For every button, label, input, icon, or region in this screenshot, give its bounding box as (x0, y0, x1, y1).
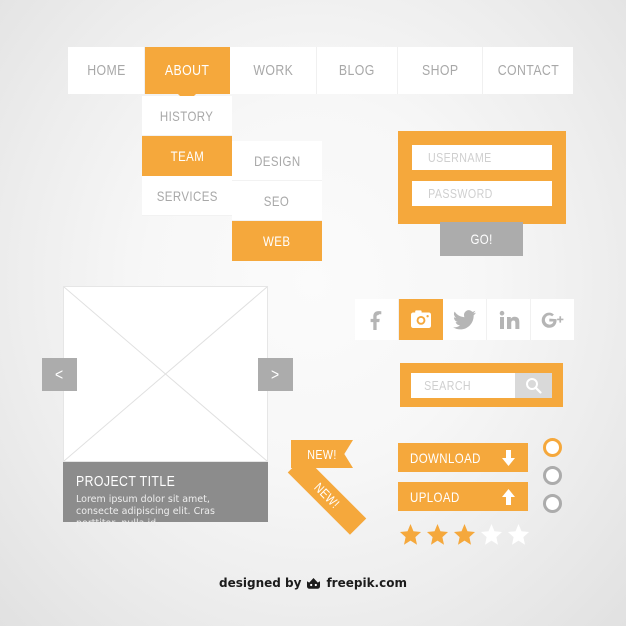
arrow-up-icon (502, 488, 515, 505)
star-icon-3[interactable] (453, 524, 476, 546)
nav-item-label: SHOP (421, 62, 459, 79)
login-form: USERNAME PASSWORD (398, 131, 566, 224)
nav-item-shop[interactable]: SHOP (398, 47, 483, 94)
username-placeholder: USERNAME (427, 150, 492, 165)
star-icon-4[interactable] (480, 524, 503, 546)
submenu-item-seo[interactable]: SEO (232, 181, 322, 221)
dropdown-item-history[interactable]: HISTORY (142, 96, 232, 136)
login-submit-button[interactable]: GO! (440, 222, 523, 256)
dropdown-item-team[interactable]: TEAM (142, 136, 242, 176)
upload-label: UPLOAD (410, 488, 460, 505)
social-icon-bar (355, 299, 574, 340)
download-label: DOWNLOAD (410, 449, 481, 466)
social-button-linkedin[interactable] (487, 299, 531, 340)
instagram-icon (410, 309, 431, 328)
ui-kit-canvas: HOME ABOUT WORK BLOG SHOP CONTACT HISTOR… (0, 0, 626, 626)
twitter-icon (452, 309, 476, 329)
freepik-logo-icon (307, 577, 321, 589)
password-placeholder: PASSWORD (428, 186, 493, 201)
main-navigation: HOME ABOUT WORK BLOG SHOP CONTACT (68, 47, 573, 103)
search-input[interactable]: SEARCH (411, 373, 515, 398)
radio-button-1[interactable] (543, 438, 562, 457)
carousel-next-label: > (271, 364, 280, 384)
submenu-item-label: DESIGN (253, 152, 301, 169)
project-description: Lorem ipsum dolor sit amet, consecte adi… (76, 494, 215, 529)
nav-item-label: ABOUT (164, 62, 210, 79)
new-banner-label: NEW! (307, 446, 337, 462)
project-title: PROJECT TITLE (76, 473, 176, 490)
search-widget: SEARCH (400, 363, 563, 407)
dropdown-menu-primary: HISTORY TEAM SERVICES (142, 96, 242, 216)
nav-item-contact[interactable]: CONTACT (483, 47, 573, 94)
dropdown-item-label: TEAM (170, 147, 204, 164)
radio-button-3[interactable] (543, 494, 562, 513)
arrow-down-icon (502, 449, 515, 466)
carousel-prev-label: < (55, 364, 64, 384)
download-button[interactable]: DOWNLOAD (398, 443, 528, 472)
star-icon-2[interactable] (426, 524, 449, 546)
nav-item-about[interactable]: ABOUT (145, 47, 230, 103)
password-input[interactable]: PASSWORD (412, 181, 552, 206)
social-button-facebook[interactable] (355, 299, 399, 340)
dropdown-menu-submenu: DESIGN SEO WEB (232, 141, 322, 261)
new-corner-ribbon: NEW! (287, 456, 367, 535)
nav-item-label: HOME (86, 62, 126, 79)
carousel-next-button[interactable]: > (258, 358, 293, 391)
new-corner-label: NEW! (311, 479, 343, 512)
star-rating (399, 524, 530, 546)
nav-item-blog[interactable]: BLOG (317, 47, 398, 94)
submenu-item-label: WEB (263, 232, 291, 249)
carousel-prev-button[interactable]: < (42, 358, 77, 391)
dropdown-item-services[interactable]: SERVICES (142, 176, 232, 216)
search-submit-button[interactable] (515, 373, 552, 398)
linkedin-icon (499, 310, 519, 329)
radio-button-2[interactable] (543, 466, 562, 485)
submenu-item-web[interactable]: WEB (232, 221, 322, 261)
submenu-item-design[interactable]: DESIGN (232, 141, 322, 181)
nav-item-label: WORK (253, 62, 293, 79)
project-caption: PROJECT TITLE Lorem ipsum dolor sit amet… (63, 462, 268, 529)
upload-button[interactable]: UPLOAD (398, 482, 528, 511)
social-button-googleplus[interactable] (531, 299, 574, 340)
footer-prefix: designed by (219, 576, 302, 590)
nav-item-label: BLOG (339, 62, 375, 79)
star-icon-1[interactable] (399, 524, 422, 546)
nav-item-work[interactable]: WORK (230, 47, 317, 94)
username-input[interactable]: USERNAME (412, 145, 552, 170)
nav-item-label: CONTACT (497, 62, 559, 79)
footer-attribution: designed by freepik.com (0, 576, 626, 590)
login-submit-label: GO! (470, 231, 493, 247)
facebook-icon (370, 310, 381, 330)
image-placeholder (63, 286, 268, 462)
dropdown-item-label: HISTORY (160, 107, 214, 124)
dropdown-item-label: SERVICES (156, 187, 218, 204)
social-button-instagram[interactable] (399, 299, 443, 340)
search-placeholder: SEARCH (424, 378, 472, 393)
submenu-item-label: SEO (264, 192, 290, 209)
social-button-twitter[interactable] (443, 299, 487, 340)
nav-item-home[interactable]: HOME (68, 47, 145, 94)
search-icon (526, 378, 542, 394)
image-placeholder-cross-icon (64, 287, 267, 461)
googleplus-icon (541, 312, 563, 328)
footer-brand: freepik.com (326, 576, 407, 590)
star-icon-5[interactable] (507, 524, 530, 546)
